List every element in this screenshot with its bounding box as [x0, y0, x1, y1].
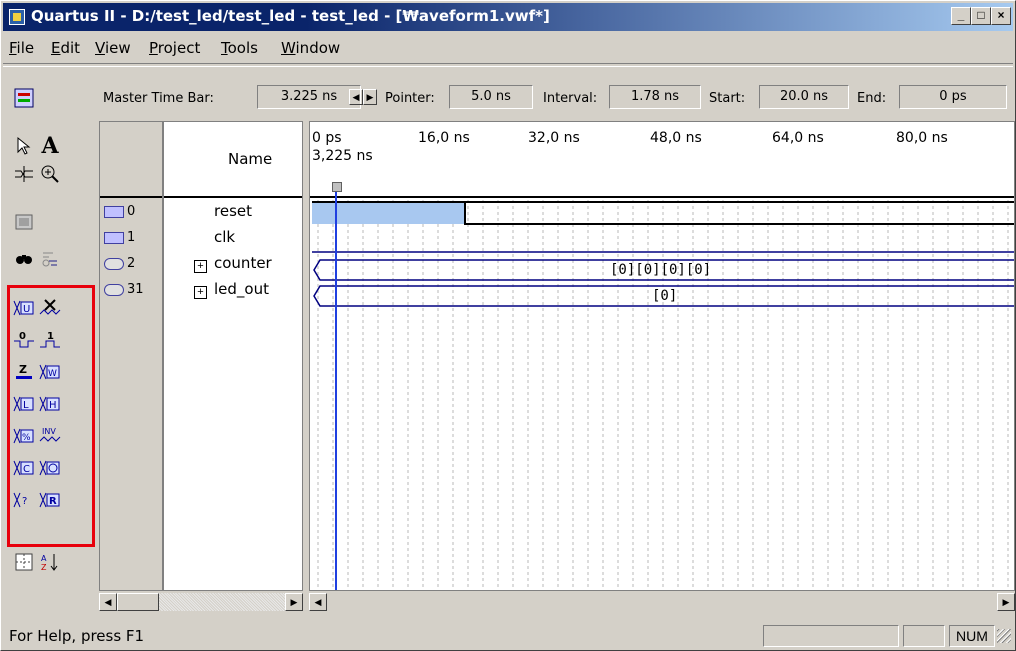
application-window: Quartus II - D:/test_led/test_led - test…	[0, 0, 1016, 651]
text-tool-icon[interactable]: A	[37, 133, 63, 159]
toolbar-separator	[3, 63, 1013, 67]
master-time-bar-label: Master Time Bar:	[103, 91, 214, 106]
interval-field: 1.78 ns	[609, 85, 701, 109]
svg-text:A: A	[41, 554, 47, 563]
scroll-right-arrow-icon[interactable]: ▶	[997, 593, 1015, 611]
expand-counter-icon[interactable]: +	[194, 260, 207, 273]
signal-index-row[interactable]: 1	[104, 230, 135, 248]
waveform-horizontal-scrollbar[interactable]: ◀ ▶	[309, 593, 1015, 611]
signal-index-row[interactable]: 2	[104, 256, 135, 274]
index-column-header	[100, 122, 162, 198]
quartus-app-icon[interactable]	[9, 9, 25, 25]
bus-output-icon	[104, 257, 124, 270]
status-bar: For Help, press F1 NUM	[3, 623, 1013, 649]
snap-grid-icon[interactable]	[11, 551, 37, 577]
menu-file[interactable]: File	[9, 39, 34, 57]
status-panel	[903, 625, 945, 647]
signal-index-column: 0 1 2 31	[99, 121, 163, 591]
waveform-canvas	[312, 200, 1014, 590]
menu-bar: File Edit View Project Tools Window	[3, 35, 1013, 59]
signal-name-clk[interactable]: clk	[214, 228, 235, 246]
name-horizontal-scrollbar[interactable]: ◀ ▶	[99, 593, 303, 611]
signal-index-row[interactable]: 31	[104, 282, 144, 300]
maximize-button[interactable]: □	[971, 7, 991, 25]
bus-output-icon	[104, 283, 124, 296]
waveform-editor-icon[interactable]	[11, 87, 37, 113]
time-bar-left-arrow[interactable]: ◀	[349, 89, 363, 105]
pointer-field: 5.0 ns	[449, 85, 533, 109]
master-time-bar-field[interactable]: 3.225 ns	[257, 85, 361, 109]
time-bar-right-arrow[interactable]: ▶	[363, 89, 377, 105]
close-button[interactable]: ×	[991, 7, 1011, 25]
input-pin-icon	[104, 205, 124, 218]
time-bar-header: Master Time Bar: 3.225 ns ◀ ▶ Pointer: 5…	[99, 69, 1015, 119]
status-panel	[763, 625, 899, 647]
scroll-thumb[interactable]	[117, 593, 159, 611]
name-header-label: Name	[228, 150, 273, 168]
title-bar: Quartus II - D:/test_led/test_led - test…	[3, 3, 1013, 31]
counter-value: [0][0][0][0]	[610, 262, 712, 278]
zoom-tool-icon[interactable]	[37, 163, 63, 189]
scroll-track[interactable]	[159, 593, 285, 611]
signal-name-column: Name reset clk + counter + led_out	[163, 121, 303, 591]
scroll-track[interactable]	[327, 593, 997, 611]
scroll-left-arrow-icon[interactable]: ◀	[309, 593, 327, 611]
end-label: End:	[857, 91, 887, 106]
menu-tools[interactable]: Tools	[221, 39, 258, 57]
signal-name-reset[interactable]: reset	[214, 202, 252, 220]
start-field: 20.0 ns	[759, 85, 849, 109]
menu-window[interactable]: Window	[281, 39, 340, 57]
selection-tool-icon[interactable]	[11, 135, 37, 161]
pointer-label: Pointer:	[385, 91, 435, 106]
menu-project[interactable]: Project	[149, 39, 200, 57]
master-time-bar-line[interactable]	[335, 192, 337, 590]
svg-text:Z: Z	[41, 563, 47, 572]
input-pin-icon	[104, 231, 124, 244]
replace-icon[interactable]	[37, 247, 63, 273]
led-out-value: [0]	[652, 288, 678, 304]
find-icon[interactable]	[11, 247, 37, 273]
start-label: Start:	[709, 91, 746, 106]
signal-name-led-out[interactable]: led_out	[214, 280, 269, 298]
waveform-area[interactable]: 0 ps 16,0 ns 32,0 ns 48,0 ns 64,0 ns 80,…	[309, 121, 1015, 591]
window-title: Quartus II - D:/test_led/test_led - test…	[31, 7, 550, 25]
num-lock-indicator: NUM	[949, 625, 995, 647]
expand-led-out-icon[interactable]: +	[194, 286, 207, 299]
scroll-right-arrow-icon[interactable]: ▶	[285, 593, 303, 611]
highlight-box	[7, 285, 95, 547]
size-grip-icon[interactable]	[997, 629, 1011, 643]
waveform-editing-tool-icon[interactable]	[11, 163, 37, 189]
menu-edit[interactable]: Edit	[51, 39, 80, 57]
signal-index-row[interactable]: 0	[104, 204, 135, 222]
name-column-header[interactable]: Name	[164, 122, 302, 198]
full-screen-icon[interactable]	[11, 211, 37, 237]
scroll-left-arrow-icon[interactable]: ◀	[99, 593, 117, 611]
sort-icon[interactable]: AZ	[37, 551, 63, 577]
end-field: 0 ps	[899, 85, 1007, 109]
status-help-text: For Help, press F1	[9, 627, 145, 645]
signal-name-counter[interactable]: counter	[214, 254, 272, 272]
interval-label: Interval:	[543, 91, 598, 106]
menu-view[interactable]: View	[95, 39, 131, 57]
minimize-button[interactable]: _	[951, 7, 971, 25]
